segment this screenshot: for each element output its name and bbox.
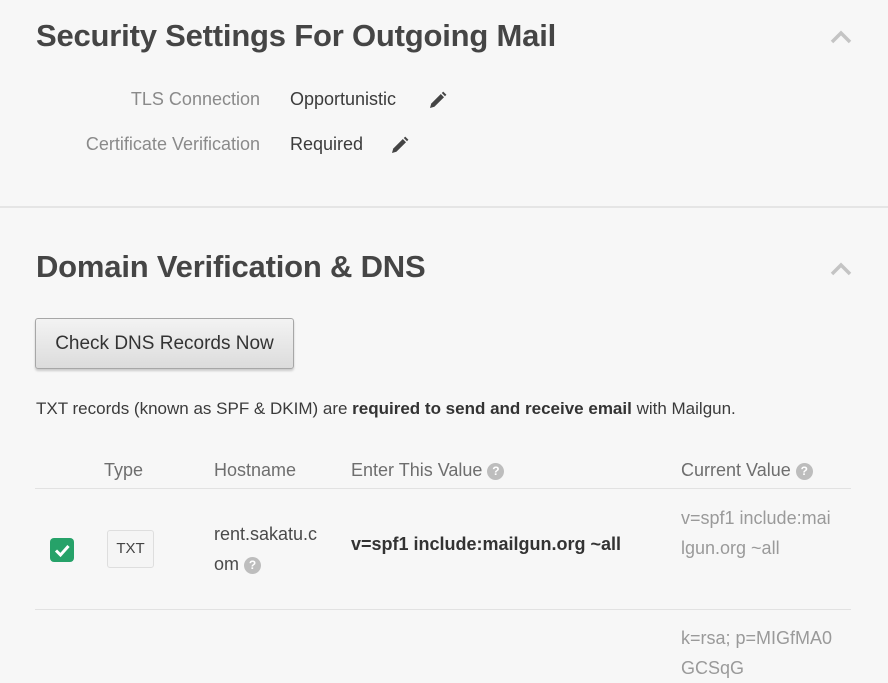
tls-connection-row: TLS Connection Opportunistic <box>0 86 888 116</box>
certificate-verification-label: Certificate Verification <box>85 134 260 154</box>
chevron-up-icon[interactable] <box>830 30 852 44</box>
column-header-enter-value-label: Enter This Value <box>351 460 483 480</box>
domain-verification-section: Domain Verification & DNS Check DNS Reco… <box>0 209 888 682</box>
check-dns-records-button[interactable]: Check DNS Records Now <box>35 318 294 369</box>
txt-records-info: TXT records (known as SPF & DKIM) are re… <box>36 399 736 419</box>
verified-checkbox[interactable] <box>50 538 74 562</box>
help-icon[interactable]: ? <box>795 463 813 480</box>
pencil-icon[interactable] <box>388 135 410 157</box>
column-header-hostname: Hostname <box>214 460 297 480</box>
column-header-type: Type <box>104 460 144 480</box>
record-hostname-text: rent.sakatu.com <box>214 524 318 574</box>
column-header-current-value: Current Value? <box>681 460 813 481</box>
checkmark-icon <box>50 538 74 562</box>
help-icon[interactable]: ? <box>487 463 505 480</box>
dns-section-title: Domain Verification & DNS <box>36 249 426 284</box>
info-text-prefix: TXT records (known as SPF & DKIM) are <box>36 399 353 418</box>
table-divider <box>35 488 851 489</box>
record-current-value: v=spf1 include:mailgun.org ~all <box>681 508 831 558</box>
record-current-value: k=rsa; p=MIGfMA0GCSqG <box>681 628 833 678</box>
certificate-verification-row: Certificate Verification Required <box>0 131 888 161</box>
info-text-bold: required to send and receive email <box>352 399 632 418</box>
info-text-suffix: with Mailgun. <box>631 399 736 418</box>
record-enter-value: v=spf1 include:mailgun.org ~all <box>351 534 622 554</box>
certificate-verification-value: Required <box>290 134 364 154</box>
security-section-title: Security Settings For Outgoing Mail <box>36 18 557 53</box>
tls-connection-label: TLS Connection <box>130 89 260 109</box>
column-header-enter-value: Enter This Value? <box>351 460 505 481</box>
record-hostname: rent.sakatu.com? <box>214 519 326 579</box>
chevron-up-icon[interactable] <box>830 262 852 276</box>
security-settings-section: Security Settings For Outgoing Mail TLS … <box>0 0 888 208</box>
column-header-current-value-label: Current Value <box>681 460 791 480</box>
pencil-icon[interactable] <box>426 90 448 112</box>
help-icon[interactable]: ? <box>244 557 262 574</box>
record-type-badge: TXT <box>107 530 154 568</box>
table-divider <box>35 609 851 610</box>
tls-connection-value: Opportunistic <box>290 89 397 109</box>
